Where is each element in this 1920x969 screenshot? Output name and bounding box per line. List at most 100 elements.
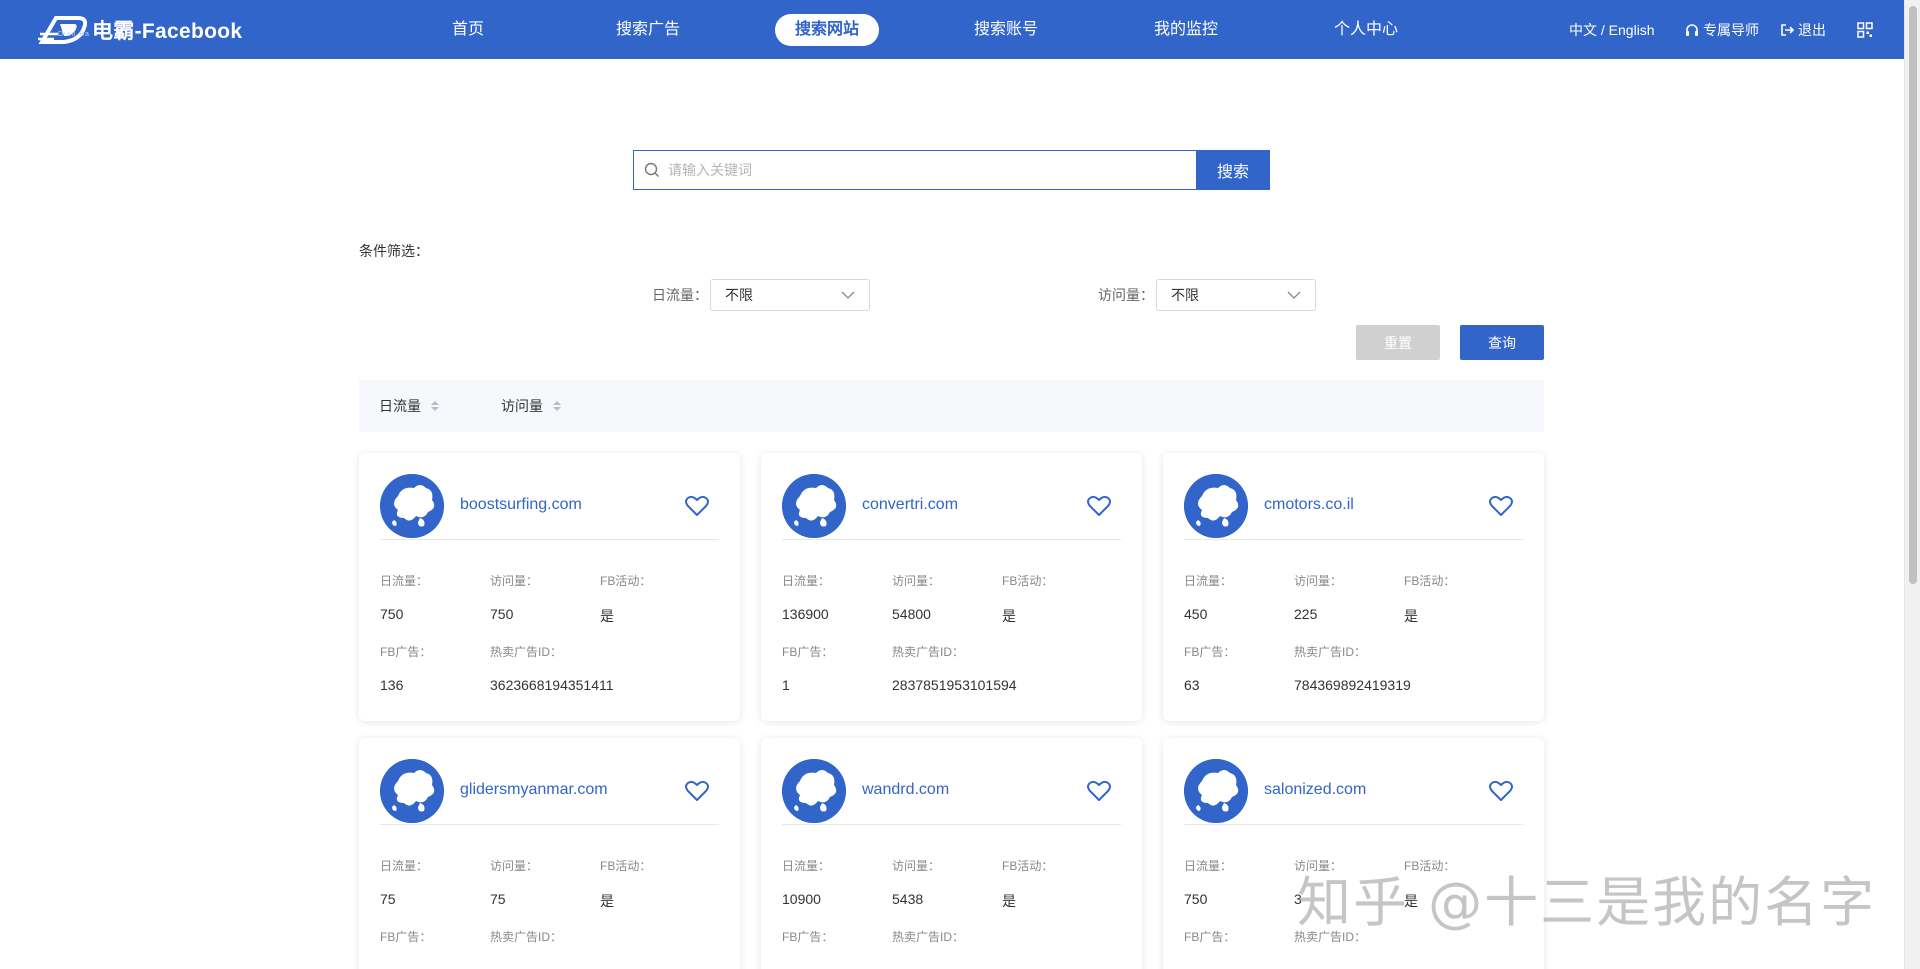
avatar [782, 474, 846, 538]
nav-my-monitoring[interactable]: 我的监控 [1152, 14, 1220, 46]
fb-ads-value: 63 [1184, 677, 1200, 693]
daily-traffic-label: 日流量： [782, 859, 831, 873]
daily-traffic-value: 750 [1184, 891, 1208, 907]
nav-search-accounts[interactable]: 搜索账号 [972, 14, 1040, 46]
qrcode-button[interactable] [1857, 21, 1873, 38]
reset-button[interactable]: 重置 [1356, 325, 1440, 360]
scrollbar-thumb[interactable] [1909, 6, 1917, 584]
nav-home[interactable]: 首页 [450, 14, 486, 46]
fb-activity-value: 是 [1404, 893, 1418, 909]
site-domain-link[interactable]: boostsurfing.com [460, 496, 582, 514]
daily-traffic-label: 日流量： [380, 859, 429, 873]
daily-traffic-value: 136900 [782, 606, 829, 622]
hot-ad-id-label: 热卖广告ID： [1294, 930, 1367, 944]
search-field[interactable] [633, 150, 1196, 190]
visits-label: 访问量： [490, 574, 539, 588]
site-card-header: boostsurfing.com [380, 474, 719, 540]
visits-value: 3 [1294, 891, 1302, 907]
page-scrollbar[interactable] [1904, 0, 1920, 969]
search-button[interactable]: 搜索 [1196, 150, 1270, 190]
site-card[interactable]: wandrd.com 日流量： 访问量： FB活动： 10900 5438 是 FB广告： 热卖… [761, 738, 1142, 969]
site-card[interactable]: salonized.com 日流量： 访问量： FB活动： 750 3 是 FB广告： 热卖广告… [1163, 738, 1544, 969]
sort-bar: 日流量 访问量 [359, 380, 1544, 432]
fb-ads-label: FB广告： [1184, 645, 1236, 659]
site-card-header: cmotors.co.il [1184, 474, 1523, 540]
query-button[interactable]: 查询 [1460, 325, 1544, 360]
daily-traffic-label: 日流量： [782, 574, 831, 588]
site-domain-link[interactable]: convertri.com [862, 496, 958, 514]
site-card-header: convertri.com [782, 474, 1121, 540]
heart-icon [1489, 495, 1513, 516]
sort-visits[interactable]: 访问量 [501, 396, 561, 416]
chevron-down-icon [1287, 291, 1301, 299]
mentor-link[interactable]: 专属导师 [1685, 20, 1759, 40]
filter-title: 条件筛选： [359, 243, 429, 259]
site-avatar-icon [782, 759, 846, 823]
daily-traffic-select[interactable]: 不限 [710, 279, 870, 311]
nav-search-ads[interactable]: 搜索广告 [614, 14, 682, 46]
fb-ads-value: 1 [782, 677, 790, 693]
site-card[interactable]: convertri.com 日流量： 访问量： FB活动： 136900 54800 是 FB… [761, 453, 1142, 721]
fb-ads-label: FB广告： [1184, 930, 1236, 944]
nav-personal-center[interactable]: 个人中心 [1332, 14, 1400, 46]
search-icon [644, 162, 659, 177]
heart-icon [1087, 780, 1111, 801]
visits-select-value: 不限 [1171, 287, 1199, 303]
sort-arrows-icon [553, 401, 561, 411]
hot-ad-id-value: 784369892419319 [1294, 677, 1411, 693]
hot-ad-id-label: 热卖广告ID： [490, 645, 563, 659]
headset-icon [1686, 23, 1698, 36]
sort-daily-traffic[interactable]: 日流量 [379, 396, 439, 416]
fb-ads-label: FB广告： [380, 645, 432, 659]
logout-link[interactable]: 退出 [1780, 20, 1826, 40]
site-card[interactable]: glidersmyanmar.com 日流量： 访问量： FB活动： 75 75 是 FB广告… [359, 738, 740, 969]
mentor-label: 专属导师 [1703, 21, 1759, 38]
site-domain-link[interactable]: cmotors.co.il [1264, 496, 1354, 514]
favorite-button[interactable] [1489, 495, 1513, 517]
logout-icon [1781, 23, 1794, 36]
site-domain-link[interactable]: wandrd.com [862, 781, 949, 799]
visits-label: 访问量： [1294, 859, 1343, 873]
fb-activity-label: FB活动： [1002, 574, 1054, 588]
hot-ad-id-value: 2837851953101594 [892, 677, 1017, 693]
avatar [380, 759, 444, 823]
daily-traffic-filter-label: 日流量： [652, 287, 708, 303]
hot-ad-id-label: 热卖广告ID： [892, 930, 965, 944]
site-domain-link[interactable]: salonized.com [1264, 781, 1366, 799]
visits-filter: 访问量： 不限 [1098, 279, 1316, 311]
favorite-button[interactable] [685, 495, 709, 517]
fb-activity-label: FB活动： [600, 574, 652, 588]
favorite-button[interactable] [685, 780, 709, 802]
avatar [1184, 474, 1248, 538]
avatar [1184, 759, 1248, 823]
sort-visits-label: 访问量 [501, 398, 543, 414]
hot-ad-id-value: 3623668194351411 [490, 677, 614, 693]
visits-label: 访问量： [1294, 574, 1343, 588]
visits-label: 访问量： [892, 859, 941, 873]
daily-traffic-value: 450 [1184, 606, 1208, 622]
site-avatar-icon [1184, 759, 1248, 823]
visits-select[interactable]: 不限 [1156, 279, 1316, 311]
visits-value: 225 [1294, 606, 1318, 622]
site-domain-link[interactable]: glidersmyanmar.com [460, 781, 608, 799]
fb-activity-label: FB活动： [1404, 859, 1456, 873]
site-card-header: wandrd.com [782, 759, 1121, 825]
fb-activity-label: FB活动： [600, 859, 652, 873]
heart-icon [685, 780, 709, 801]
hot-ad-id-label: 热卖广告ID： [490, 930, 563, 944]
favorite-button[interactable] [1087, 495, 1111, 517]
language-switch[interactable]: 中文 / English [1569, 20, 1655, 40]
site-card[interactable]: cmotors.co.il 日流量： 访问量： FB活动： 450 225 是 FB广告： 热卖… [1163, 453, 1544, 721]
fb-activity-value: 是 [600, 608, 614, 624]
site-avatar-icon [782, 474, 846, 538]
daily-traffic-value: 75 [380, 891, 396, 907]
search-bar: 搜索 [633, 150, 1270, 190]
favorite-button[interactable] [1489, 780, 1513, 802]
logout-label: 退出 [1798, 21, 1826, 38]
favorite-button[interactable] [1087, 780, 1111, 802]
nav-search-sites[interactable]: 搜索网站 [775, 14, 879, 46]
search-input[interactable] [668, 155, 1188, 185]
fb-activity-label: FB活动： [1002, 859, 1054, 873]
site-card[interactable]: boostsurfing.com 日流量： 访问量： FB活动： 750 750 是 FB广告… [359, 453, 740, 721]
header-actions: 中文 / English [1569, 0, 1655, 59]
